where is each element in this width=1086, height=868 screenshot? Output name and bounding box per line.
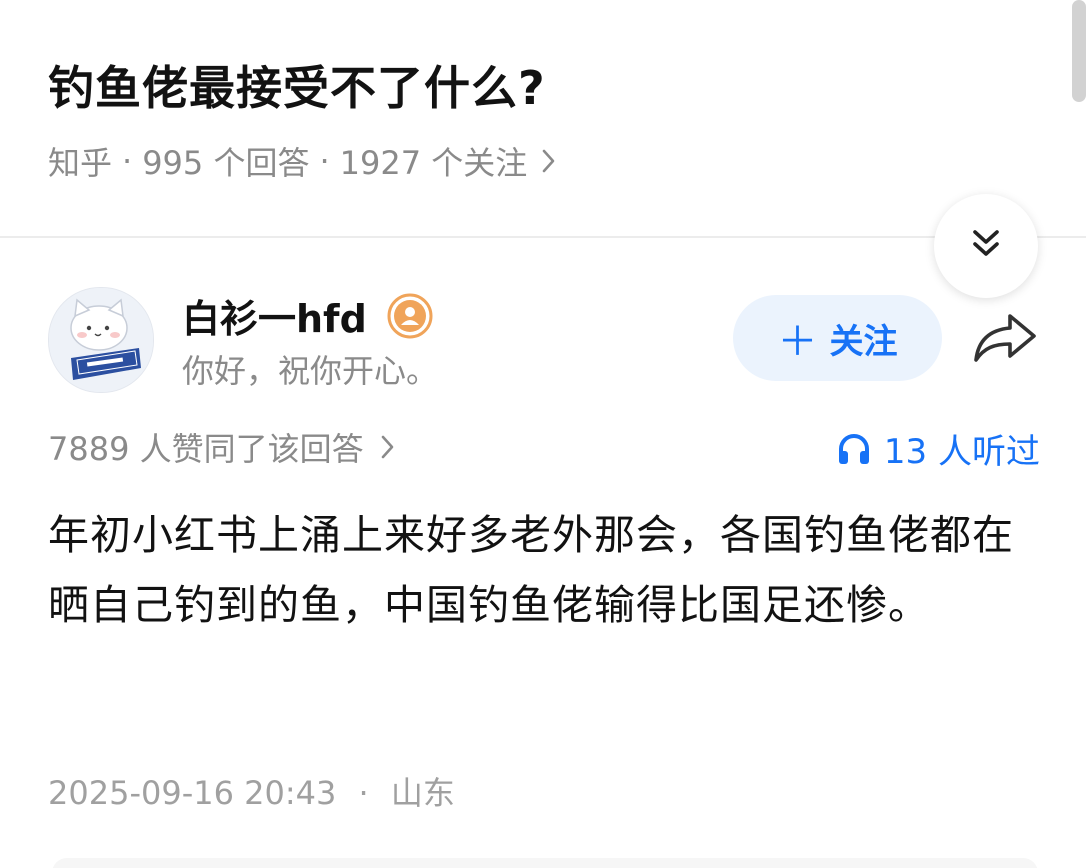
divider (0, 236, 1086, 238)
answer-timestamp: 2025-09-16 20:43 (48, 774, 337, 812)
separator-dot: · (358, 774, 369, 812)
plus-icon: ＋ (777, 319, 818, 365)
question-meta[interactable]: 知乎 · 995 个回答 · 1927 个关注 (48, 138, 557, 184)
scrollbar[interactable] (1072, 0, 1086, 102)
listeners-text: 13 人听过 (883, 432, 1040, 472)
headphones-icon (836, 431, 872, 467)
answer-count: 995 个回答 (142, 144, 310, 182)
author-bio: 你好，祝你开心。 (182, 352, 439, 390)
upvote-summary[interactable]: 7889 人赞同了该回答 (48, 424, 396, 470)
double-chevron-down-icon (969, 227, 1003, 265)
source-label: 知乎 (48, 144, 113, 182)
upvote-text: 7889 人赞同了该回答 (48, 430, 364, 468)
user-badge-icon[interactable] (387, 293, 433, 339)
question-title[interactable]: 钓鱼佬最接受不了什么? (48, 52, 546, 118)
follow-button[interactable]: ＋ 关注 (733, 295, 942, 381)
answer-location: 山东 (390, 774, 455, 812)
author-name[interactable]: 白衫一hfd (182, 288, 433, 343)
answer-page: 钓鱼佬最接受不了什么? 知乎 · 995 个回答 · 1927 个关注 白衫一h… (0, 0, 1086, 868)
chevron-right-icon (380, 434, 396, 460)
avatar[interactable] (48, 287, 154, 393)
author-name-text: 白衫一hfd (182, 297, 367, 341)
share-button[interactable] (970, 308, 1040, 372)
answer-meta: 2025-09-16 20:43 · 山东 (48, 768, 455, 814)
answer-body: 年初小红书上涌上来好多老外那会，各国钓鱼佬都在晒自己钓到的鱼，中国钓鱼佬输得比国… (48, 511, 1014, 629)
collapse-button[interactable] (934, 194, 1038, 298)
bottom-card (52, 858, 1038, 868)
follow-label: 关注 (829, 321, 898, 362)
share-arrow-icon (970, 314, 1040, 372)
follower-count: 1927 个关注 (339, 144, 528, 182)
listen-button[interactable]: 13 人听过 (836, 424, 1040, 473)
separator-dot: · (319, 142, 330, 180)
separator-dot: · (122, 142, 133, 180)
chevron-right-icon (541, 148, 557, 174)
